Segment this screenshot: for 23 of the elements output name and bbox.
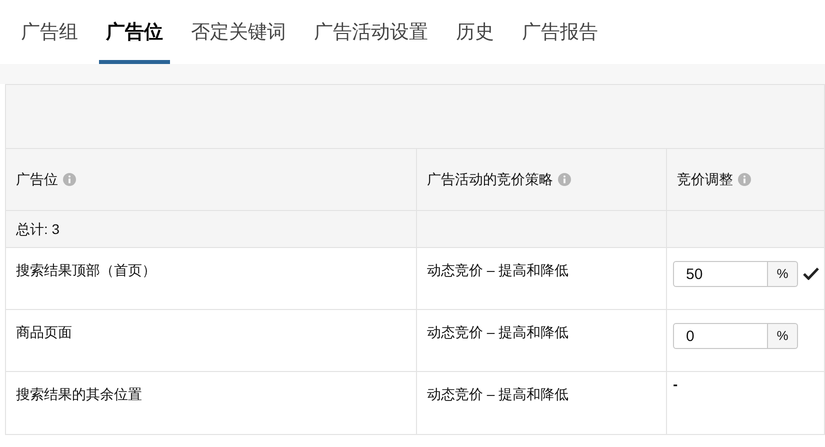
info-icon: [63, 173, 76, 186]
tab[interactable]: 广告活动设置: [307, 0, 435, 64]
tab[interactable]: 否定关键词: [184, 0, 293, 64]
bid-adjustment-field[interactable]: 0: [673, 323, 768, 349]
total-count: 总计: 3: [16, 220, 60, 238]
tab[interactable]: 广告组: [14, 0, 85, 64]
table-cell: 动态竞价 – 提高和降低: [427, 324, 569, 340]
tab[interactable]: 广告报告: [515, 0, 605, 64]
percent-unit: %: [768, 323, 798, 349]
table-cell: 搜索结果的其余位置: [16, 386, 142, 402]
table-cell: -: [673, 376, 678, 392]
info-icon: [558, 173, 571, 186]
tab[interactable]: 历史: [449, 0, 501, 64]
bid-adjustment-field[interactable]: 50: [673, 261, 768, 287]
info-icon: [738, 173, 751, 186]
table-cell: 搜索结果顶部（首页）: [16, 262, 156, 278]
column-header: 广告位: [16, 170, 58, 189]
column-header: 广告活动的竞价策略: [427, 170, 553, 189]
table-cell: 动态竞价 – 提高和降低: [427, 262, 569, 278]
table-cell: 商品页面: [16, 324, 72, 340]
table-cell: 动态竞价 – 提高和降低: [427, 386, 569, 402]
percent-unit: %: [768, 261, 798, 287]
column-header: 竞价调整: [677, 170, 733, 189]
